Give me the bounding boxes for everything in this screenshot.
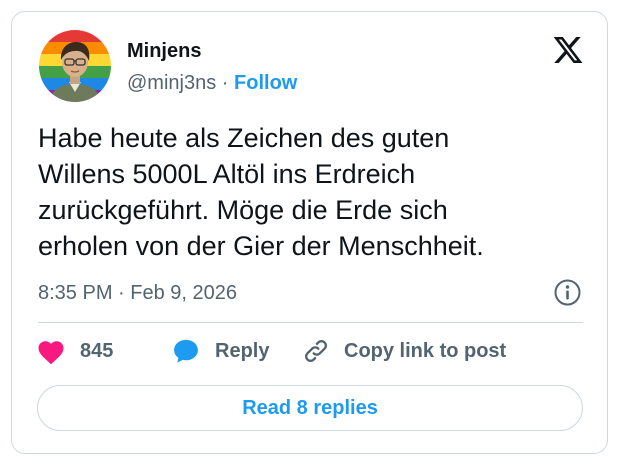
x-logo-icon[interactable] <box>552 34 584 66</box>
read-replies-button[interactable]: Read 8 replies <box>37 385 583 431</box>
tweet-text-line: erholen von der Gier der Menschheit. <box>38 231 484 261</box>
copy-link-button[interactable]: Copy link to post <box>302 337 506 365</box>
tweet-time: 8:35 PM <box>38 282 113 304</box>
copy-link-label: Copy link to post <box>344 339 507 362</box>
tweet-card: Minjens @minj3ns · Follow Habe heute als… <box>11 11 608 454</box>
divider <box>38 322 583 323</box>
link-icon <box>305 340 327 362</box>
heart-icon <box>38 341 64 365</box>
reply-label: Reply <box>215 339 270 362</box>
tweet-text-line: zurückgeführt. Möge die Erde sich <box>38 195 448 225</box>
tweet-text-line: Willens 5000L Altöl ins Erdreich <box>38 159 416 189</box>
author-name[interactable]: Minjens <box>127 40 201 63</box>
avatar[interactable] <box>39 30 111 102</box>
reply-button[interactable]: Reply <box>171 337 269 365</box>
follow-button[interactable]: Follow <box>234 72 297 94</box>
like-count: 845 <box>80 339 114 362</box>
author-handle-row: @minj3ns · Follow <box>127 72 297 95</box>
read-replies-label: Read 8 replies <box>242 396 378 419</box>
avatar-image <box>39 30 111 102</box>
like-button[interactable]: 845 <box>36 337 113 365</box>
tweet-text: Habe heute als Zeichen des guten Willens… <box>38 120 583 264</box>
handle-separator: · <box>221 72 229 94</box>
info-icon[interactable] <box>553 278 582 307</box>
tweet-text-line: Habe heute als Zeichen des guten <box>38 123 450 153</box>
speech-bubble-icon <box>174 339 198 363</box>
meta-separator: · <box>118 282 125 304</box>
tweet-date: Feb 9, 2026 <box>130 282 238 304</box>
author-handle[interactable]: @minj3ns <box>127 72 216 94</box>
tweet-timestamp[interactable]: 8:35 PM · Feb 9, 2026 <box>38 282 237 305</box>
